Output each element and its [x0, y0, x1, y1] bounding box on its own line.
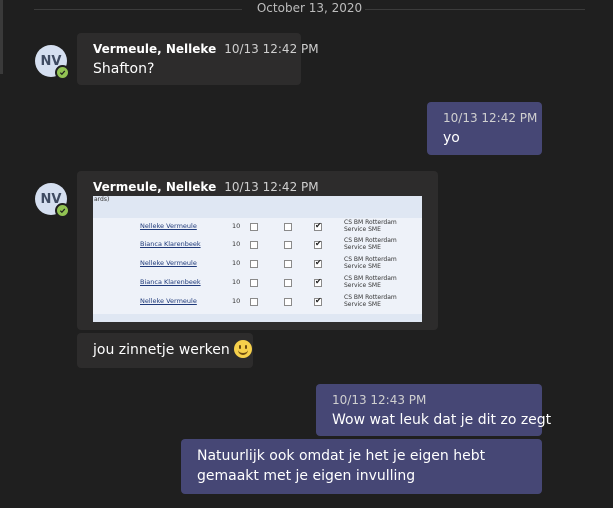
image-footer — [93, 314, 422, 322]
message-text: yo — [443, 130, 460, 146]
divider-line — [365, 9, 585, 10]
image-corner-text: ards) — [94, 196, 110, 203]
message-content: jou zinnetje werken — [93, 340, 252, 360]
date-divider: October 13, 2020 — [34, 0, 585, 18]
avatar[interactable]: NV — [35, 183, 70, 218]
row-team: CS BM Rotterdam Service SME — [344, 219, 397, 233]
checkbox — [284, 279, 292, 287]
checkbox — [284, 260, 292, 268]
image-table-row: Bianca Klarenbeek 10 CS BM RotterdamServ… — [93, 274, 422, 292]
message-text: jou zinnetje werken — [93, 342, 230, 358]
checkbox-checked — [314, 277, 322, 287]
sender-name: Vermeule, Nelleke — [93, 180, 217, 194]
message-bubble[interactable]: Natuurlijk ook omdat je het je eigen heb… — [181, 439, 542, 494]
row-number: 10 — [232, 222, 241, 230]
date-divider-label: October 13, 2020 — [256, 1, 363, 15]
message-bubble[interactable]: jou zinnetje werken — [77, 333, 253, 368]
row-name: Nelleke Vermeule — [140, 259, 197, 267]
checkbox — [250, 279, 258, 287]
row-name: Nelleke Vermeule — [140, 297, 197, 305]
message-text: Natuurlijk ook omdat je het je eigen heb… — [197, 448, 486, 484]
message-bubble[interactable]: 10/13 12:43 PM Wow wat leuk dat je dit z… — [316, 384, 551, 436]
checkbox — [284, 241, 292, 249]
message-timestamp: 10/13 12:42 PM — [224, 42, 319, 56]
checkbox-checked — [314, 258, 322, 268]
row-number: 10 — [232, 297, 241, 305]
checkbox-checked — [314, 239, 322, 249]
message-timestamp: 10/13 12:43 PM — [332, 393, 427, 407]
shared-image[interactable]: ards) Nelleke Vermeule 10 CS BM Rotterda… — [93, 196, 422, 322]
checkbox-checked — [314, 296, 322, 306]
image-table-row: Nelleke Vermeule 10 CS BM RotterdamServi… — [93, 293, 422, 311]
presence-available-icon — [55, 203, 70, 218]
row-name: Bianca Klarenbeek — [140, 240, 201, 248]
slightly-smiling-face-icon — [233, 340, 252, 358]
scrollbar[interactable] — [0, 0, 3, 74]
checkbox — [250, 298, 258, 306]
checkbox-checked — [314, 221, 322, 231]
row-team: CS BM Rotterdam Service SME — [344, 294, 397, 308]
image-header: ards) — [93, 196, 422, 218]
message-timestamp: 10/13 12:42 PM — [443, 111, 538, 125]
image-table-row: Nelleke Vermeule 10 CS BM RotterdamServi… — [93, 218, 422, 236]
image-table-row: Bianca Klarenbeek 10 CS BM RotterdamServ… — [93, 236, 422, 254]
row-team: CS BM Rotterdam Service SME — [344, 256, 397, 270]
checkbox — [250, 241, 258, 249]
message-bubble[interactable]: 10/13 12:42 PM yo — [427, 102, 542, 155]
avatar[interactable]: NV — [35, 45, 70, 80]
message-header: Vermeule, Nelleke 10/13 12:42 PM — [93, 180, 319, 194]
message-timestamp: 10/13 12:42 PM — [224, 180, 319, 194]
row-number: 10 — [232, 259, 241, 267]
message-text: Wow wat leuk dat je dit zo zegt — [332, 412, 552, 428]
checkbox — [250, 260, 258, 268]
row-name: Bianca Klarenbeek — [140, 278, 201, 286]
row-number: 10 — [232, 240, 241, 248]
message-bubble[interactable]: Vermeule, Nelleke 10/13 12:42 PM ards) Ne… — [77, 171, 438, 330]
checkbox — [250, 223, 258, 231]
message-header: Vermeule, Nelleke 10/13 12:42 PM — [93, 42, 319, 56]
row-number: 10 — [232, 278, 241, 286]
checkbox — [284, 223, 292, 231]
image-table-row: Nelleke Vermeule 10 CS BM RotterdamServi… — [93, 255, 422, 273]
message-text: Shafton? — [93, 61, 155, 77]
checkbox — [284, 298, 292, 306]
row-team: CS BM Rotterdam Service SME — [344, 275, 397, 289]
row-name: Nelleke Vermeule — [140, 222, 197, 230]
sender-name: Vermeule, Nelleke — [93, 42, 217, 56]
row-team: CS BM Rotterdam Service SME — [344, 237, 397, 251]
message-bubble[interactable]: Vermeule, Nelleke 10/13 12:42 PM Shafton? — [77, 33, 319, 85]
presence-available-icon — [55, 65, 70, 80]
